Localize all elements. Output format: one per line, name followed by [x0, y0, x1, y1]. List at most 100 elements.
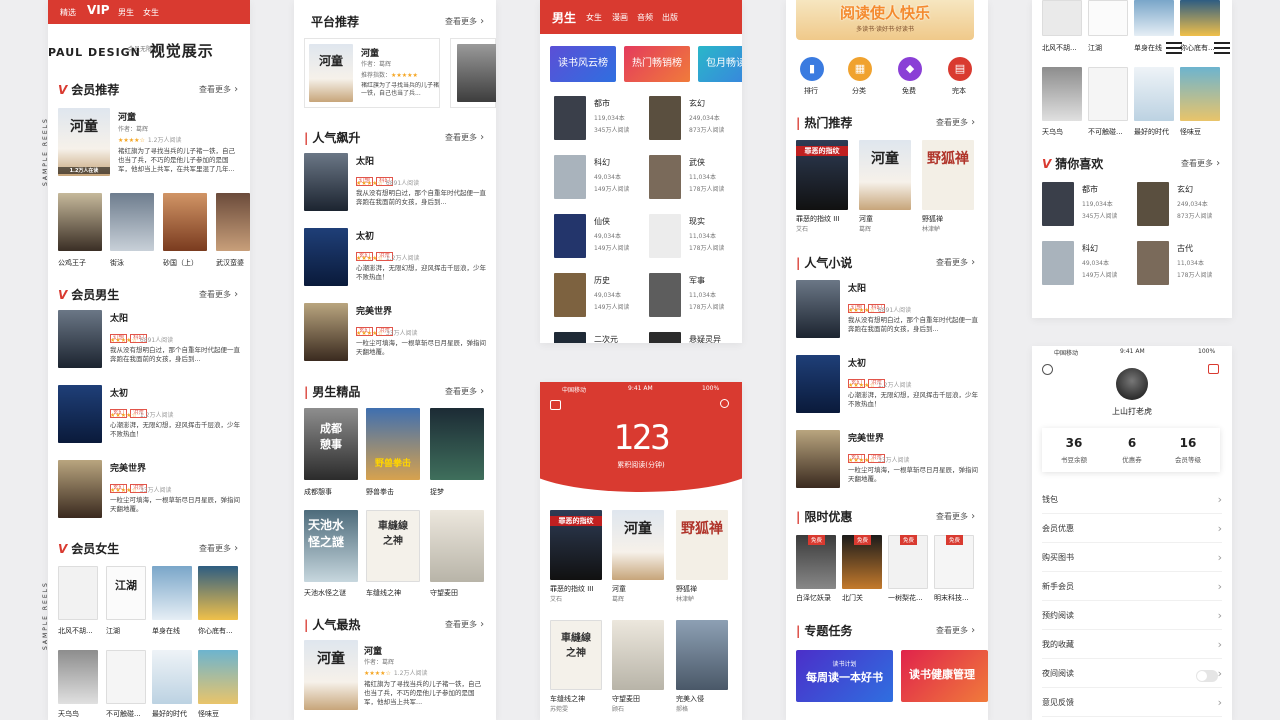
book-cover[interactable] — [1180, 0, 1220, 36]
tab-female[interactable]: 女生 — [143, 7, 159, 18]
more-link[interactable]: 查看更多 — [936, 511, 975, 522]
book-cover[interactable]: 車縫線 之神 — [550, 620, 602, 690]
book-cover[interactable] — [796, 280, 840, 338]
category-cover[interactable] — [554, 332, 586, 343]
tab-comic[interactable]: 漫画 — [612, 12, 628, 23]
category-cover[interactable] — [554, 214, 586, 258]
book-cover[interactable]: 河童 — [859, 140, 911, 210]
menu-item[interactable]: 购买图书 — [1042, 543, 1222, 572]
message-icon[interactable] — [1208, 364, 1219, 374]
book-cover[interactable]: 野狐禅 — [676, 510, 728, 580]
book-cover[interactable] — [58, 650, 98, 704]
category-cover[interactable] — [1042, 241, 1074, 285]
book-cover[interactable] — [1180, 67, 1220, 121]
more-link[interactable]: 查看更多 — [1181, 158, 1220, 169]
book-cover[interactable] — [676, 620, 728, 690]
menu-item[interactable]: 会员优惠 — [1042, 514, 1222, 543]
settings-icon[interactable] — [1042, 364, 1053, 375]
menu-item[interactable]: 我的收藏 — [1042, 630, 1222, 659]
book-cover[interactable] — [58, 385, 102, 443]
platform-card-next[interactable] — [450, 38, 496, 108]
banner-monthly[interactable]: 包月畅读 — [698, 46, 742, 82]
hamburger-icon-2[interactable] — [1214, 42, 1230, 54]
book-cover[interactable] — [106, 650, 146, 704]
banner-rank[interactable]: 读书风云榜 — [550, 46, 616, 82]
book-cover[interactable]: 天池水 怪之謎 — [304, 510, 358, 582]
book-cover[interactable] — [58, 566, 98, 620]
category-cover[interactable] — [1137, 182, 1169, 226]
book-cover[interactable]: 車縫線 之神 — [366, 510, 420, 582]
book-cover[interactable]: 河童 — [612, 510, 664, 580]
book-cover[interactable] — [58, 460, 102, 518]
book-cover[interactable] — [1088, 67, 1128, 121]
more-link[interactable]: 查看更多 — [199, 289, 238, 300]
home-banner[interactable]: 阅读使人快乐 多读书·读好书·好读书 — [796, 0, 974, 40]
tab-publish[interactable]: 出版 — [662, 12, 678, 23]
tab-audio[interactable]: 音频 — [637, 12, 653, 23]
category-cover[interactable] — [649, 332, 681, 343]
banner-hot[interactable]: 热门畅销榜 — [624, 46, 690, 82]
menu-item[interactable]: 钱包 — [1042, 485, 1222, 514]
category-cover[interactable] — [649, 273, 681, 317]
topic-card-health[interactable]: 读书健康管理 — [901, 650, 988, 702]
more-link[interactable]: 查看更多 — [445, 619, 484, 630]
book-cover[interactable] — [163, 193, 207, 251]
tab-male[interactable]: 男生 — [552, 9, 576, 26]
book-cover[interactable]: 河童 1.2万人在读 — [58, 108, 110, 176]
book-cover[interactable] — [1134, 67, 1174, 121]
more-link[interactable]: 查看更多 — [936, 117, 975, 128]
menu-item[interactable]: 预约阅读 — [1042, 601, 1222, 630]
category-cover[interactable] — [554, 96, 586, 140]
more-link[interactable]: 查看更多 — [199, 84, 238, 95]
book-cover[interactable] — [1088, 0, 1128, 36]
book-cover[interactable] — [152, 650, 192, 704]
category-icon[interactable]: ▦ — [848, 57, 872, 81]
book-cover[interactable]: 野兽拳击 — [366, 408, 420, 480]
category-cover[interactable] — [649, 96, 681, 140]
tab-featured[interactable]: 精选 — [60, 7, 76, 18]
topic-card-weekly[interactable]: 读书计划 每周读一本好书 — [796, 650, 893, 702]
book-cover[interactable]: 江湖 — [106, 566, 146, 620]
book-cover[interactable] — [58, 193, 102, 251]
avatar[interactable] — [1116, 368, 1148, 400]
free-icon[interactable]: ◆ — [898, 57, 922, 81]
search-icon[interactable] — [720, 399, 729, 408]
platform-card[interactable]: 河童 河童 作者：葛辉 推荐指数：★★★★★ 褚红旗为了寻找当兵的儿子褚一铁，自… — [304, 38, 440, 108]
menu-item[interactable]: 夜间阅读 — [1042, 659, 1222, 688]
rank-icon[interactable]: ▮ — [800, 57, 824, 81]
book-cover[interactable] — [430, 510, 484, 582]
category-cover[interactable] — [554, 155, 586, 199]
book-cover[interactable] — [304, 228, 348, 286]
book-cover[interactable] — [796, 355, 840, 413]
tab-female[interactable]: 女生 — [586, 12, 602, 23]
tab-vip[interactable]: VIP — [87, 3, 110, 17]
category-cover[interactable] — [1137, 241, 1169, 285]
category-cover[interactable] — [554, 273, 586, 317]
more-link[interactable]: 查看更多 — [445, 16, 484, 27]
book-cover[interactable]: 河童 — [304, 640, 358, 710]
category-cover[interactable] — [649, 155, 681, 199]
tab-male[interactable]: 男生 — [118, 7, 134, 18]
book-cover[interactable] — [198, 650, 238, 704]
calendar-icon[interactable] — [550, 400, 561, 410]
menu-item[interactable]: 新手会员 — [1042, 572, 1222, 601]
menu-item[interactable]: 意见反馈 — [1042, 688, 1222, 717]
more-link[interactable]: 查看更多 — [445, 132, 484, 143]
book-cover[interactable] — [1042, 67, 1082, 121]
more-link[interactable]: 查看更多 — [445, 386, 484, 397]
book-cover[interactable] — [216, 193, 250, 251]
complete-icon[interactable]: ▤ — [948, 57, 972, 81]
category-cover[interactable] — [1042, 182, 1074, 226]
more-link[interactable]: 查看更多 — [936, 257, 975, 268]
book-cover[interactable] — [152, 566, 192, 620]
book-cover[interactable] — [198, 566, 238, 620]
book-cover[interactable]: 罪恶的指纹 — [796, 140, 848, 210]
book-cover[interactable] — [1134, 0, 1174, 36]
more-link[interactable]: 查看更多 — [936, 625, 975, 636]
book-cover[interactable] — [430, 408, 484, 480]
book-cover[interactable] — [58, 310, 102, 368]
book-cover[interactable] — [612, 620, 664, 690]
book-cover[interactable] — [304, 303, 348, 361]
book-cover[interactable] — [110, 193, 154, 251]
book-cover[interactable] — [304, 153, 348, 211]
